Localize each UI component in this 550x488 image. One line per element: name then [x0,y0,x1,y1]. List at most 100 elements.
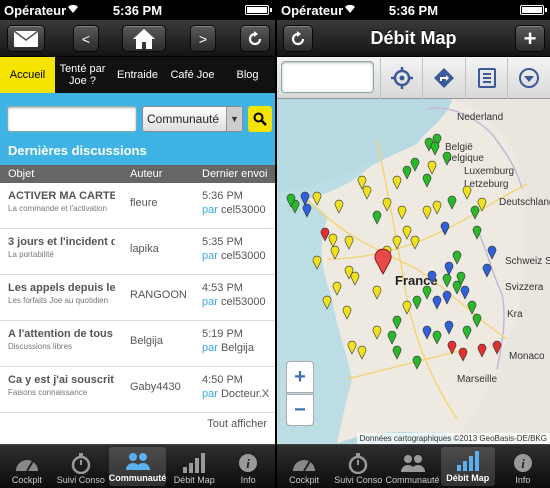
home-button[interactable] [122,25,166,52]
map-pin-icon[interactable] [372,325,382,340]
map-pin-icon[interactable] [332,281,342,296]
map-pin-icon[interactable] [442,151,452,166]
show-all-link[interactable]: Tout afficher [207,418,267,430]
map-pin-icon[interactable] [392,345,402,360]
map-pin-icon[interactable] [312,255,322,270]
bottom-tab-debit-map[interactable]: Débit Map [167,445,221,488]
refresh-button[interactable] [240,25,270,52]
tab-accueil[interactable]: Accueil [0,57,55,93]
table-row[interactable]: Les appels depuis les Les forfaits Joe a… [0,275,275,321]
bottom-tab-communaute[interactable]: Communauté [108,447,167,486]
locate-button[interactable] [380,57,422,99]
map-pin-icon[interactable] [410,235,420,250]
map-pin-icon[interactable] [442,290,452,305]
map-pin-icon[interactable] [344,235,354,250]
map-pin-icon[interactable] [392,175,402,190]
map-pin-icon[interactable] [462,185,472,200]
tab-blog[interactable]: Blog [220,57,275,93]
tab-tente-par-joe[interactable]: Tenté par Joe ? [55,57,110,93]
map-pin-icon[interactable] [430,141,440,156]
map-pin-icon[interactable] [492,340,502,355]
bottom-tab-suivi-conso[interactable]: Suivi Conso [331,445,385,488]
map-pin-icon[interactable] [432,295,442,310]
map-pin-icon[interactable] [482,263,492,278]
map-pin-icon[interactable] [397,205,407,220]
map-pin-icon[interactable] [442,273,452,288]
map-pin-icon[interactable] [447,195,457,210]
bottom-tab-suivi-conso[interactable]: Suivi Conso [54,445,108,488]
bottom-tab-info[interactable]: i Info [496,445,550,488]
map-pin-icon[interactable] [402,300,412,315]
map-pin-icon[interactable] [357,345,367,360]
map-pin-icon[interactable] [300,191,310,206]
map-pin-icon[interactable] [347,340,357,355]
bottom-tab-debit-map[interactable]: Débit Map [440,447,495,486]
map-view[interactable]: Nederland België Belgique Luxemburg Letz… [277,99,550,444]
map-pin-icon[interactable] [392,235,402,250]
bottom-tab-cockpit[interactable]: Cockpit [0,445,54,488]
map-pin-icon[interactable] [460,285,470,300]
map-pin-icon[interactable] [372,285,382,300]
table-row[interactable]: Ca y est j'ai souscrit : Faisons connais… [0,367,275,413]
bottom-tab-cockpit[interactable]: Cockpit [277,445,331,488]
map-pin-icon[interactable] [322,295,332,310]
back-button[interactable]: < [73,25,99,52]
map-pin-icon[interactable] [472,313,482,328]
map-pin-icon[interactable] [320,227,330,242]
map-pin-icon[interactable] [382,197,392,212]
map-pin-icon[interactable] [412,295,422,310]
map-pin-icon[interactable] [402,165,412,180]
map-pin-icon[interactable] [477,343,487,358]
map-pin-icon[interactable] [422,173,432,188]
current-location-pin-icon[interactable] [374,248,392,276]
map-pin-icon[interactable] [350,271,360,286]
scope-select[interactable]: Communauté ▼ [142,106,243,132]
map-pin-icon[interactable] [422,205,432,220]
map-pin-icon[interactable] [432,200,442,215]
map-pin-icon[interactable] [334,199,344,214]
map-pin-icon[interactable] [412,355,422,370]
map-pin-icon[interactable] [472,225,482,240]
bottom-tab-info[interactable]: i Info [221,445,275,488]
bottom-tab-communaute[interactable]: Communauté [385,445,440,488]
menu-button[interactable] [507,57,549,99]
map-pin-icon[interactable] [458,347,468,362]
map-pin-icon[interactable] [330,245,340,260]
map-pin-icon[interactable] [342,305,352,320]
map-pin-icon[interactable] [444,261,454,276]
map-pin-icon[interactable] [387,330,397,345]
map-pin-icon[interactable] [487,245,497,260]
add-button[interactable]: + [515,25,545,52]
map-search-input[interactable] [281,61,374,93]
tab-cafe-joe[interactable]: Café Joe [165,57,220,93]
map-pin-icon[interactable] [312,191,322,206]
table-row[interactable]: ACTIVER MA CARTE La commande et l'activa… [0,183,275,229]
search-button[interactable] [248,106,272,132]
list-button[interactable] [465,57,507,99]
map-pin-icon[interactable] [422,325,432,340]
map-pin-icon[interactable] [440,221,450,236]
forward-button[interactable]: > [190,25,216,52]
map-pin-icon[interactable] [402,225,412,240]
map-pin-icon[interactable] [432,330,442,345]
zoom-out-button[interactable]: − [286,394,314,426]
map-pin-icon[interactable] [422,285,432,300]
map-pin-icon[interactable] [467,300,477,315]
table-row[interactable]: 3 jours et l'incident de La portabilité … [0,229,275,275]
search-input[interactable] [7,106,137,132]
map-pin-icon[interactable] [452,250,462,265]
map-pin-icon[interactable] [328,233,338,248]
map-pin-icon[interactable] [470,205,480,220]
map-pin-icon[interactable] [444,320,454,335]
map-pin-icon[interactable] [447,340,457,355]
map-pin-icon[interactable] [427,160,437,175]
tab-entraide[interactable]: Entraide [110,57,165,93]
map-pin-icon[interactable] [427,270,437,285]
table-row[interactable]: A l'attention de tous l Discussions libr… [0,321,275,367]
map-pin-icon[interactable] [302,203,312,218]
mail-button[interactable] [7,25,45,52]
directions-button[interactable] [422,57,464,99]
map-pin-icon[interactable] [392,315,402,330]
map-pin-icon[interactable] [362,185,372,200]
map-pin-icon[interactable] [372,210,382,225]
